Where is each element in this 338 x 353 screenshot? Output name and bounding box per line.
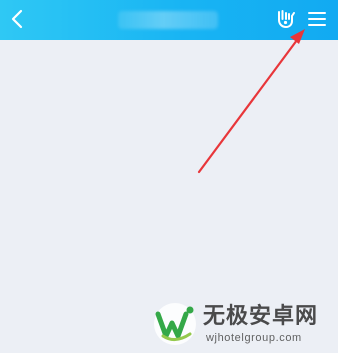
back-button[interactable] [6,6,28,32]
watermark-url: wjhotelgroup.com [206,332,302,344]
watermark-title: 无极安卓网 [203,304,319,329]
watermark-logo-icon [154,303,196,345]
hamburger-menu-icon[interactable] [306,9,328,29]
watermark: 无极安卓网 wjhotelgroup.com [150,298,335,350]
page-title [118,11,218,29]
hand-gesture-icon[interactable] [274,8,296,30]
chevron-left-icon [11,9,23,29]
top-bar [0,0,338,40]
